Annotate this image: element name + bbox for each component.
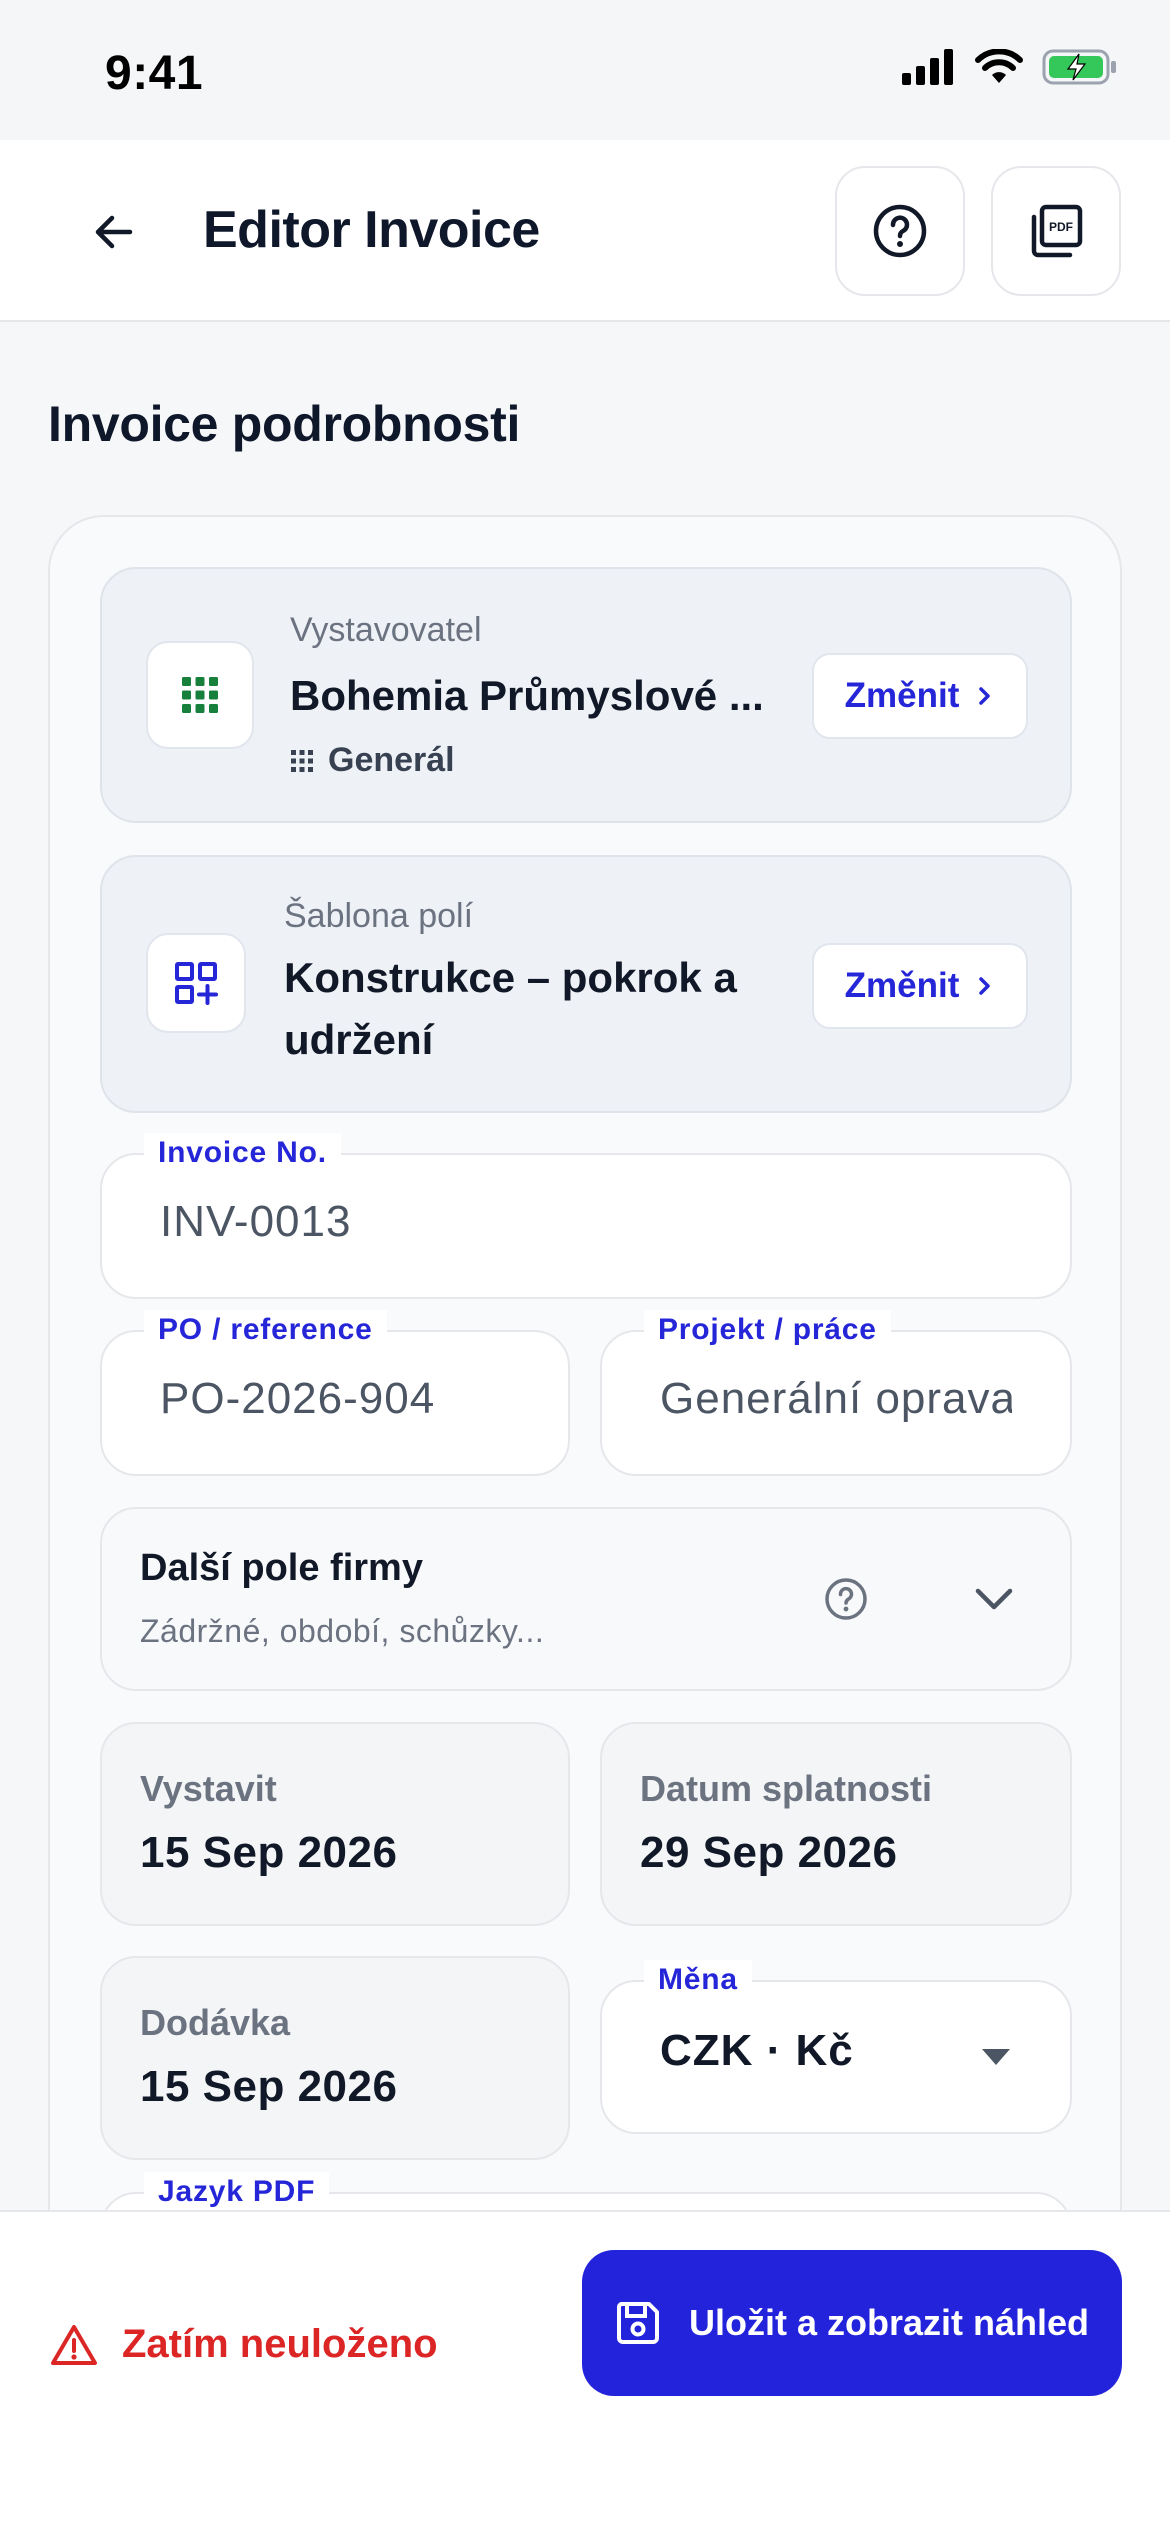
save-and-preview-button[interactable]: Uložit a zobrazit náhled — [582, 2250, 1122, 2396]
unsaved-status: Zatím neuloženo — [50, 2322, 438, 2367]
chevron-right-icon — [979, 687, 991, 705]
save-and-preview-label: Uložit a zobrazit náhled — [688, 2302, 1090, 2343]
status-time: 9:41 — [105, 47, 204, 100]
more-fields-subtitle: Zádržné, období, schůzky... — [140, 1613, 545, 1649]
due-date-label: Datum splatnosti — [640, 1768, 933, 1809]
battery-charging-icon — [1042, 49, 1116, 85]
arrow-left-icon — [95, 215, 133, 249]
currency-label: Měna — [644, 1960, 752, 2000]
app-header: Editor Invoice PDF — [0, 140, 1170, 322]
grid-dots-icon — [182, 677, 218, 713]
currency-select[interactable]: Měna CZK · Kč — [600, 1960, 1072, 2134]
more-fields-title: Další pole firmy — [140, 1547, 423, 1589]
issuer-category: Generál — [290, 741, 455, 780]
template-picker[interactable]: Šablona polí Konstrukce – pokrok a udrže… — [100, 855, 1072, 1113]
svg-text:PDF: PDF — [1049, 220, 1073, 234]
issuer-category-label: Generál — [328, 741, 455, 779]
issuer-picker[interactable]: Vystavovatel Bohemia Průmyslové ... Gene… — [100, 567, 1072, 823]
issue-date-value: 15 Sep 2026 — [140, 1828, 398, 1877]
save-icon — [616, 2302, 659, 2344]
grid-small-icon — [291, 749, 313, 772]
delivery-date-label: Dodávka — [140, 2002, 291, 2043]
more-company-fields-toggle[interactable]: Další pole firmy Zádržné, období, schůzk… — [100, 1507, 1072, 1691]
help-circle-icon[interactable] — [824, 1577, 868, 1621]
template-label: Šablona polí — [284, 897, 474, 935]
change-template-label: Změnit — [844, 966, 960, 1005]
help-circle-icon — [873, 204, 927, 258]
issue-date-field[interactable]: Vystavit 15 Sep 2026 — [100, 1722, 570, 1926]
change-template-button[interactable]: Změnit — [812, 943, 1028, 1029]
caret-down-icon — [982, 2049, 1010, 2065]
change-issuer-button[interactable]: Změnit — [812, 653, 1028, 739]
project-value: Generální oprava — [660, 1374, 1012, 1423]
template-icon-box — [146, 933, 246, 1033]
grid-add-icon — [175, 962, 218, 1005]
invoice-number-label: Invoice No. — [144, 1133, 341, 1173]
back-button[interactable] — [72, 190, 156, 274]
unsaved-label: Zatím neuloženo — [122, 2322, 438, 2366]
bottom-action-bar: Zatím neuloženo Uložit a zobrazit náhled — [0, 2210, 1170, 2532]
cellular-signal-icon — [902, 49, 953, 85]
invoice-number-value: INV-0013 — [160, 1197, 352, 1246]
section-title: Invoice podrobnosti — [48, 396, 521, 452]
due-date-field[interactable]: Datum splatnosti 29 Sep 2026 — [600, 1722, 1072, 1926]
po-reference-label: PO / reference — [144, 1310, 387, 1350]
project-label: Projekt / práce — [644, 1310, 891, 1350]
help-button[interactable] — [835, 166, 965, 296]
po-reference-value: PO-2026-904 — [160, 1374, 436, 1423]
page-title: Editor Invoice — [203, 201, 540, 259]
pdf-language-label: Jazyk PDF — [144, 2172, 330, 2212]
due-date-value: 29 Sep 2026 — [640, 1828, 898, 1877]
issue-date-label: Vystavit — [140, 1768, 277, 1809]
template-name-line1: Konstrukce – pokrok a — [284, 954, 737, 1001]
pdf-button[interactable]: PDF — [991, 166, 1121, 296]
delivery-date-field[interactable]: Dodávka 15 Sep 2026 — [100, 1956, 570, 2160]
delivery-date-value: 15 Sep 2026 — [140, 2062, 398, 2111]
issuer-name: Bohemia Průmyslové ... — [290, 672, 764, 719]
po-reference-field[interactable]: PO / reference PO-2026-904 — [100, 1310, 570, 1476]
pdf-icon: PDF — [1031, 204, 1083, 258]
currency-value: CZK · Kč — [660, 2026, 854, 2075]
chevron-right-icon — [979, 977, 991, 995]
template-name-line2: udržení — [284, 1016, 434, 1063]
status-bar: 9:41 — [0, 0, 1170, 140]
change-issuer-label: Změnit — [844, 676, 960, 715]
project-field[interactable]: Projekt / práce Generální oprava — [600, 1310, 1072, 1476]
status-icons — [902, 48, 1118, 86]
issuer-label: Vystavovatel — [290, 611, 482, 649]
warning-triangle-icon — [51, 2324, 97, 2365]
invoice-details-card: Vystavovatel Bohemia Průmyslové ... Gene… — [48, 515, 1122, 2315]
wifi-icon — [975, 49, 1023, 83]
chevron-down-icon — [975, 1588, 1013, 1610]
invoice-number-field[interactable]: Invoice No. INV-0013 — [100, 1133, 1072, 1299]
issuer-logo — [146, 641, 254, 749]
